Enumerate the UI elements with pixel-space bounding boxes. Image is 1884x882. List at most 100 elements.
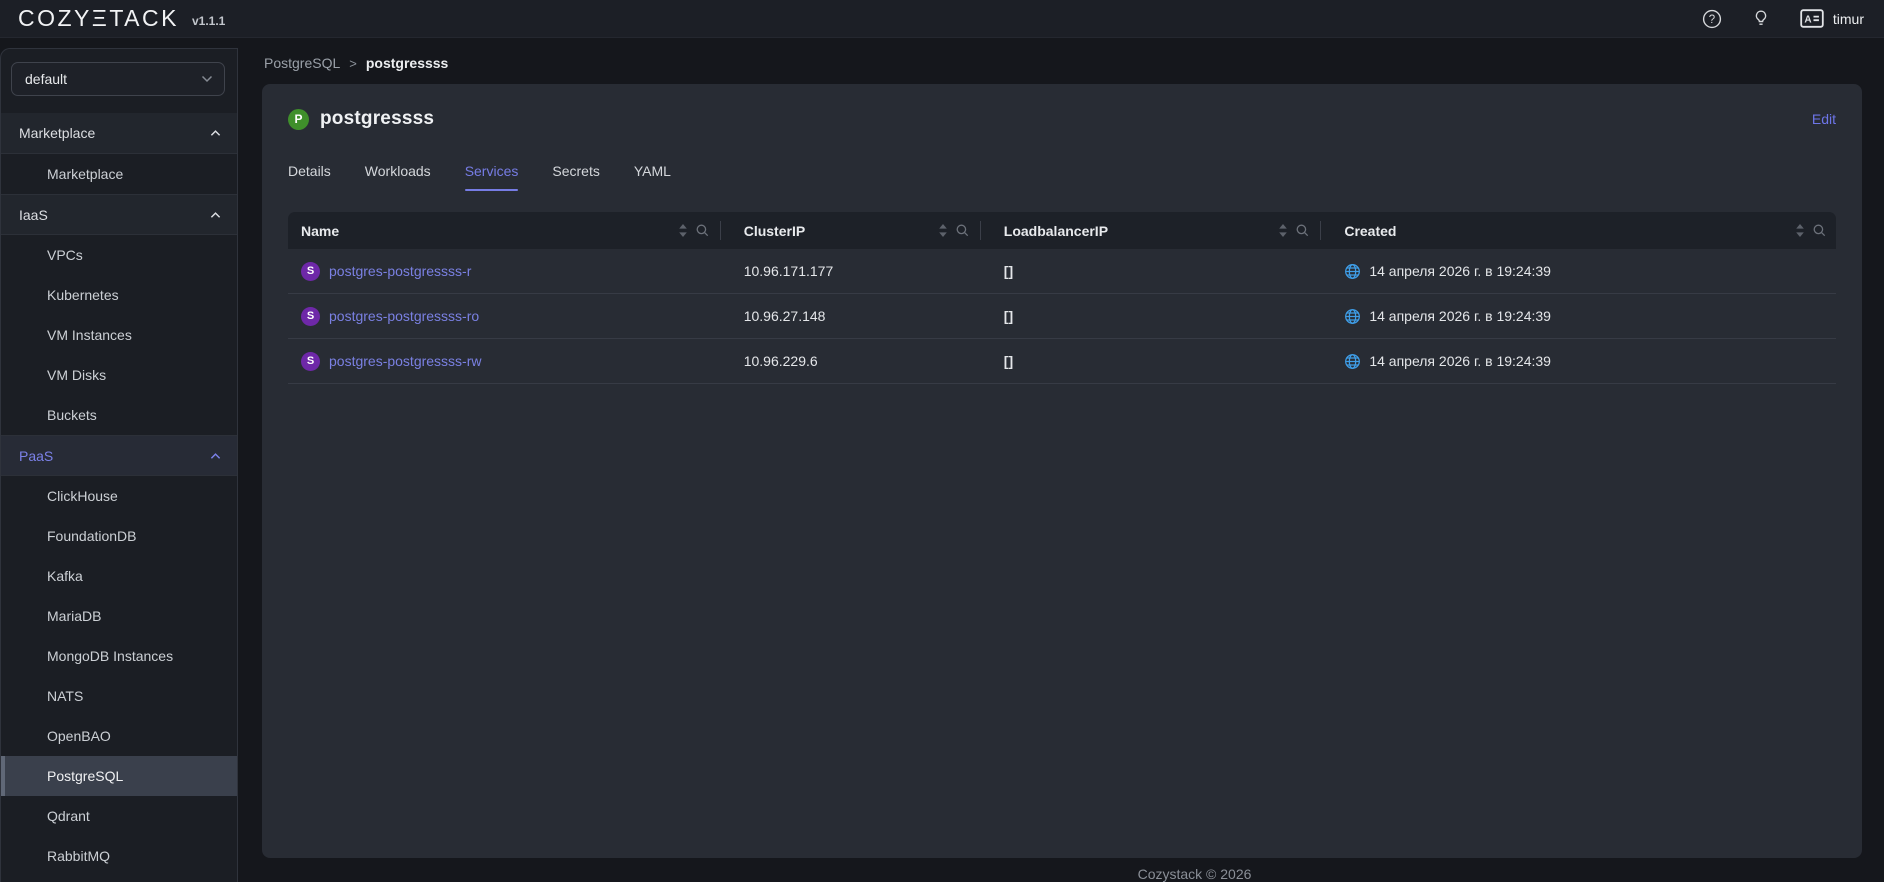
sidebar-section-iaas[interactable]: IaaS — [1, 194, 237, 235]
sort-icon[interactable] — [678, 224, 688, 237]
column-label: LoadbalancerIP — [1003, 222, 1109, 239]
cluster-ip-cell: 10.96.229.6 — [743, 353, 818, 369]
tenant-select-value: default — [25, 71, 68, 87]
topbar: COZYΞTACK v1.1.1 ? A timur — [0, 0, 1884, 38]
breadcrumb-current: postgressss — [365, 55, 449, 71]
item-label: NATS — [47, 688, 84, 704]
search-icon[interactable] — [696, 224, 709, 237]
app-layout: default Marketplace Marketplace IaaS VPC… — [0, 38, 1884, 882]
section-label: PaaS — [19, 447, 54, 464]
version-label: v1.1.1 — [191, 13, 226, 28]
loadbalancer-ip-cell: [] — [1003, 353, 1014, 369]
sidebar-item-vpcs[interactable]: VPCs — [1, 235, 237, 275]
tab-services[interactable]: Services — [464, 163, 518, 191]
sidebar-item-foundationdb[interactable]: FoundationDB — [1, 516, 237, 556]
tab-details[interactable]: Details — [288, 163, 331, 191]
breadcrumb-separator: > — [349, 55, 357, 71]
sidebar-item-qdrant[interactable]: Qdrant — [1, 796, 237, 836]
sidebar-item-vm-disks[interactable]: VM Disks — [1, 355, 237, 395]
service-name-link[interactable]: postgres-postgressss-ro — [329, 308, 479, 324]
breadcrumb: PostgreSQL > postgressss — [262, 38, 1862, 84]
service-name-link[interactable]: postgres-postgressss-r — [329, 263, 471, 279]
created-value: 14 апреля 2026 г. в 19:24:39 — [1369, 263, 1551, 279]
tab-workloads[interactable]: Workloads — [365, 163, 431, 191]
postgres-resource-icon: P — [288, 108, 309, 130]
sidebar-item-kafka[interactable]: Kafka — [1, 556, 237, 596]
user-name: timur — [1832, 10, 1864, 27]
breadcrumb-postgresql-link[interactable]: PostgreSQL — [264, 55, 340, 71]
item-label: RabbitMQ — [47, 848, 111, 864]
help-button[interactable]: ? — [1702, 9, 1722, 29]
service-name-link[interactable]: postgres-postgressss-rw — [329, 353, 482, 369]
edit-button[interactable]: Edit — [1812, 111, 1836, 127]
tab-secrets[interactable]: Secrets — [552, 163, 599, 191]
sidebar-item-marketplace[interactable]: Marketplace — [1, 154, 237, 194]
service-icon: S — [301, 351, 320, 371]
column-header-clusterip[interactable]: ClusterIP — [731, 212, 991, 249]
column-label: Name — [301, 222, 340, 239]
loadbalancer-ip-cell: [] — [1003, 263, 1014, 279]
column-header-name[interactable]: Name — [288, 212, 731, 249]
name-cell: S postgres-postgressss-ro — [288, 306, 731, 326]
sort-icon[interactable] — [938, 224, 948, 237]
item-label: Buckets — [47, 407, 97, 423]
user-badge[interactable]: A timur — [1800, 9, 1864, 28]
item-label: VPCs — [47, 247, 83, 263]
sidebar-item-clickhouse[interactable]: ClickHouse — [1, 476, 237, 516]
theme-toggle-button[interactable] — [1752, 9, 1770, 28]
search-icon[interactable] — [956, 224, 969, 237]
sidebar-item-nats[interactable]: NATS — [1, 676, 237, 716]
column-header-created[interactable]: Created — [1331, 212, 1836, 249]
sort-icon[interactable] — [1795, 224, 1805, 237]
sidebar-item-vm-instances[interactable]: VM Instances — [1, 315, 237, 355]
resource-card: P postgressss Edit Details Workloads Ser… — [262, 84, 1862, 858]
services-table: Name ClusterIP LoadbalancerIP Created S … — [288, 212, 1836, 384]
column-header-loadbalancerip[interactable]: LoadbalancerIP — [991, 212, 1332, 249]
item-label: MariaDB — [47, 608, 102, 624]
sidebar-item-postgresql[interactable]: PostgreSQL — [1, 756, 237, 796]
main-content: PostgreSQL > postgressss P postgressss E… — [238, 38, 1884, 882]
service-icon: S — [301, 261, 320, 281]
created-value: 14 апреля 2026 г. в 19:24:39 — [1369, 308, 1551, 324]
cluster-ip-cell: 10.96.171.177 — [743, 263, 834, 279]
created-cell: 14 апреля 2026 г. в 19:24:39 — [1331, 353, 1836, 370]
sidebar-section-paas[interactable]: PaaS — [1, 435, 237, 476]
item-label: Kafka — [47, 568, 83, 584]
item-label: FoundationDB — [47, 528, 137, 544]
tab-yaml[interactable]: YAML — [634, 163, 671, 191]
column-label: ClusterIP — [743, 222, 806, 239]
service-icon: S — [301, 306, 320, 326]
svg-text:?: ? — [1709, 14, 1715, 26]
name-cell: S postgres-postgressss-rw — [288, 351, 731, 371]
item-label: PostgreSQL — [47, 768, 124, 784]
svg-text:A: A — [1804, 14, 1811, 25]
sort-icon[interactable] — [1278, 224, 1288, 237]
sidebar-item-kubernetes[interactable]: Kubernetes — [1, 275, 237, 315]
item-label: MongoDB Instances — [47, 648, 174, 664]
lightbulb-icon — [1755, 10, 1767, 25]
name-cell: S postgres-postgressss-r — [288, 261, 731, 281]
item-label: OpenBAO — [47, 728, 111, 744]
item-label: Kubernetes — [47, 287, 119, 303]
sidebar-item-openbao[interactable]: OpenBAO — [1, 716, 237, 756]
table-row: S postgres-postgressss-ro 10.96.27.148 [… — [288, 294, 1836, 339]
chevron-up-icon — [210, 211, 221, 219]
table-header: Name ClusterIP LoadbalancerIP Created — [288, 212, 1836, 249]
item-label: VM Instances — [47, 327, 132, 343]
section-label: Marketplace — [19, 125, 96, 141]
sidebar-item-rabbitmq[interactable]: RabbitMQ — [1, 836, 237, 876]
tenant-select[interactable]: default — [11, 62, 225, 96]
chevron-up-icon — [210, 452, 221, 460]
search-icon[interactable] — [1296, 224, 1309, 237]
search-icon[interactable] — [1813, 224, 1826, 237]
item-label: Marketplace — [47, 166, 124, 182]
sidebar-item-mariadb[interactable]: MariaDB — [1, 596, 237, 636]
sidebar-item-buckets[interactable]: Buckets — [1, 395, 237, 435]
user-card-icon: A — [1800, 9, 1824, 28]
sidebar-section-marketplace[interactable]: Marketplace — [1, 113, 237, 154]
chevron-down-icon — [201, 75, 213, 83]
sidebar-item-mongodb-instances[interactable]: MongoDB Instances — [1, 636, 237, 676]
globe-icon — [1345, 353, 1361, 369]
globe-icon — [1345, 263, 1361, 279]
created-cell: 14 апреля 2026 г. в 19:24:39 — [1331, 308, 1836, 325]
